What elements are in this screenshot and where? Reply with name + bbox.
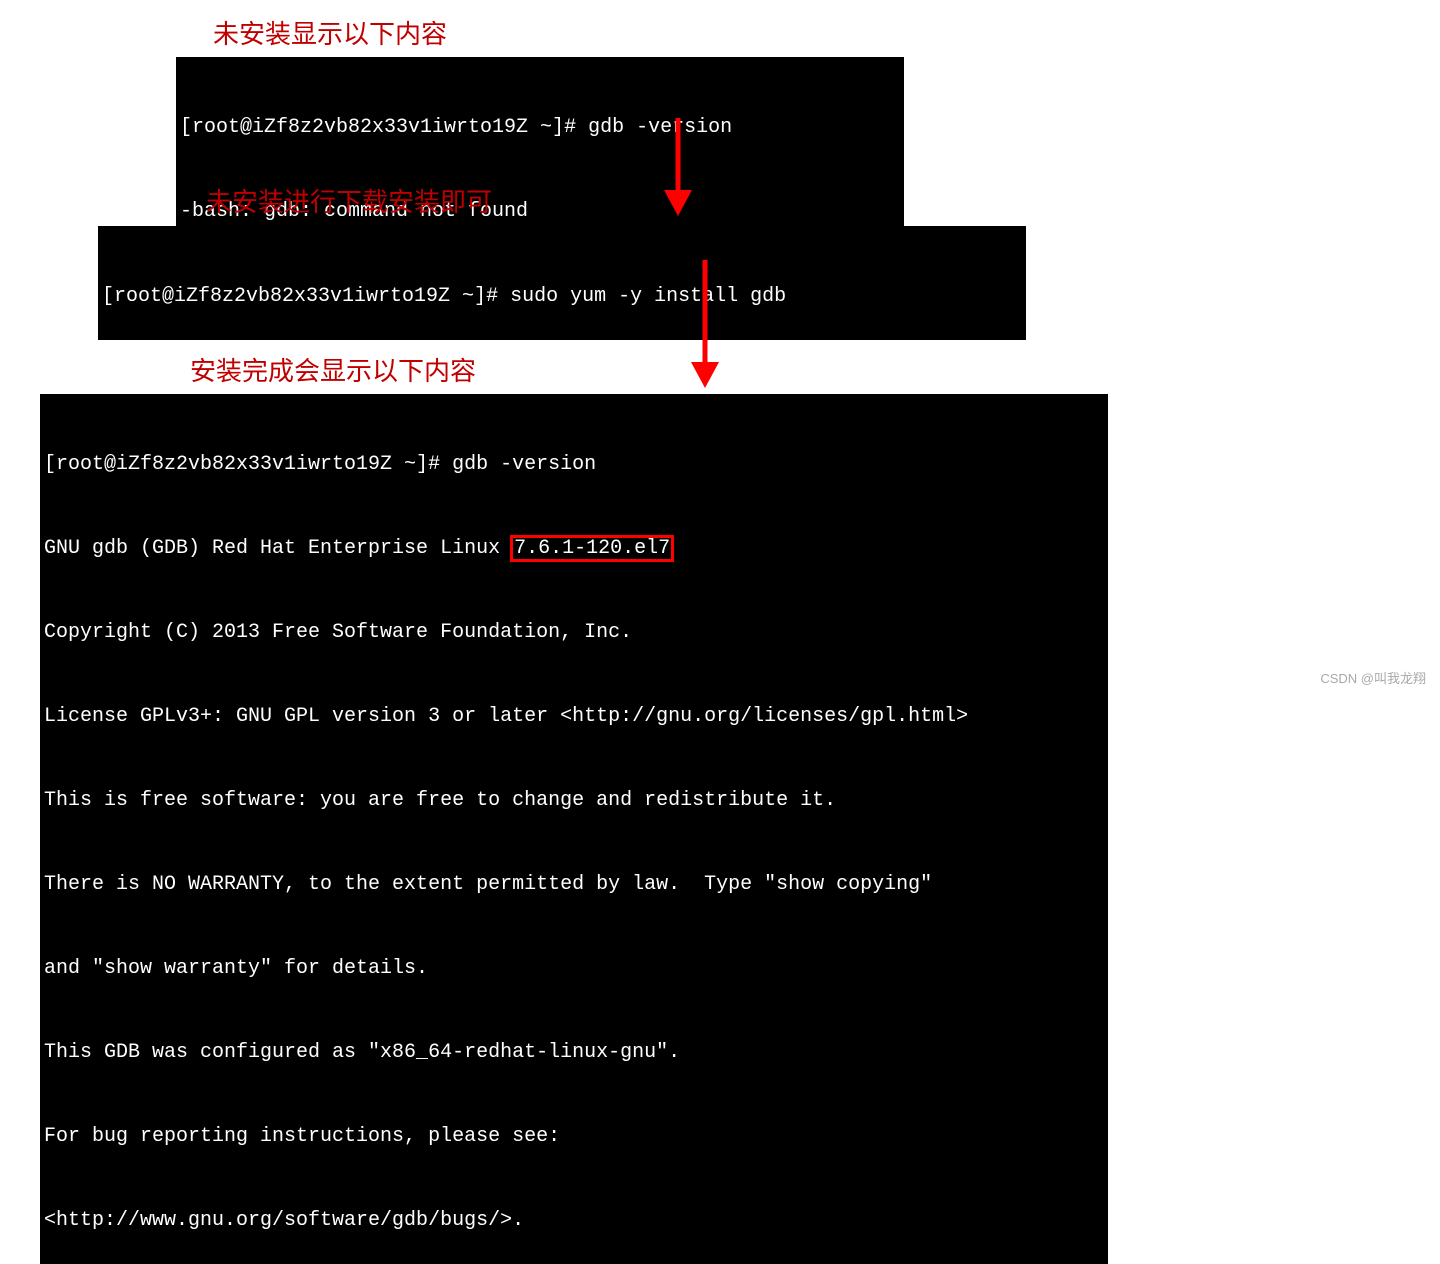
annotation-install-command: 未安装进行下载安装即可 bbox=[206, 182, 492, 219]
terminal-line: Copyright (C) 2013 Free Software Foundat… bbox=[44, 619, 1104, 647]
terminal-yum-install: [root@iZf8z2vb82x33v1iwrto19Z ~]# sudo y… bbox=[98, 226, 1026, 340]
arrow-down-icon bbox=[685, 260, 725, 390]
terminal-line: [root@iZf8z2vb82x33v1iwrto19Z ~]# sudo y… bbox=[102, 283, 1022, 311]
terminal-line: There is NO WARRANTY, to the extent perm… bbox=[44, 871, 1104, 899]
terminal-line: This GDB was configured as "x86_64-redha… bbox=[44, 1039, 1104, 1067]
terminal-line: and "show warranty" for details. bbox=[44, 955, 1104, 983]
terminal-line: This is free software: you are free to c… bbox=[44, 787, 1104, 815]
terminal-line: [root@iZf8z2vb82x33v1iwrto19Z ~]# gdb -v… bbox=[44, 451, 1104, 479]
csdn-watermark: CSDN @叫我龙翔 bbox=[1320, 668, 1426, 687]
terminal-line: GNU gdb (GDB) Red Hat Enterprise Linux 7… bbox=[44, 535, 1104, 563]
arrow-down-icon bbox=[658, 118, 698, 218]
annotation-not-installed: 未安装显示以下内容 bbox=[213, 14, 447, 51]
terminal-line: License GPLv3+: GNU GPL version 3 or lat… bbox=[44, 703, 1104, 731]
terminal-line: [root@iZf8z2vb82x33v1iwrto19Z ~]# gdb -v… bbox=[180, 114, 900, 142]
gdb-version-highlight: 7.6.1-120.el7 bbox=[512, 537, 672, 560]
annotation-after-install: 安装完成会显示以下内容 bbox=[190, 351, 476, 388]
terminal-line: <http://www.gnu.org/software/gdb/bugs/>. bbox=[44, 1207, 1104, 1235]
terminal-line: For bug reporting instructions, please s… bbox=[44, 1123, 1104, 1151]
terminal-gdb-version: [root@iZf8z2vb82x33v1iwrto19Z ~]# gdb -v… bbox=[40, 394, 1108, 1264]
